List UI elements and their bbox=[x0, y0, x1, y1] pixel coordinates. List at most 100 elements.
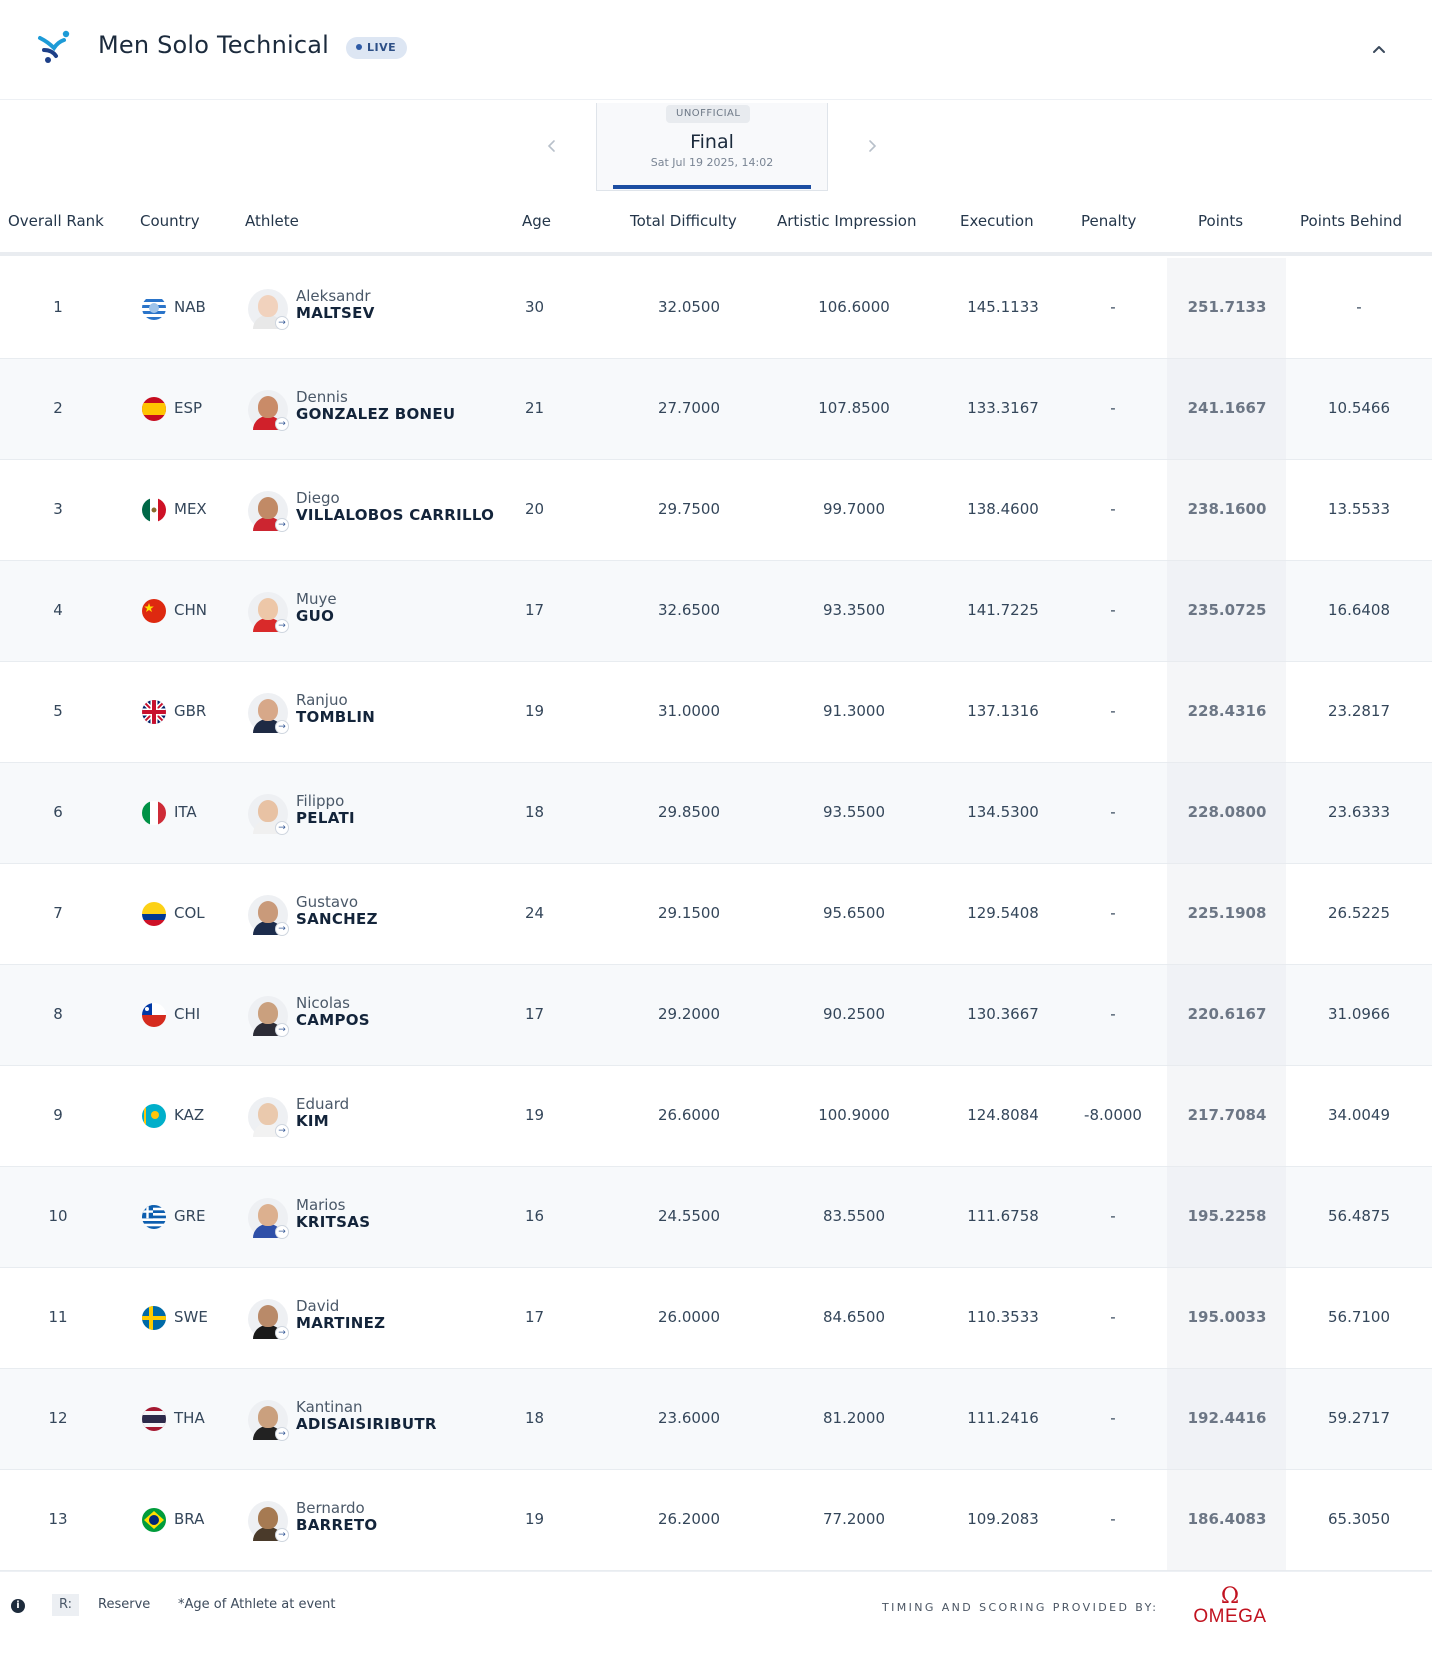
country-code: CHN bbox=[174, 601, 207, 619]
table-row[interactable]: 7 COL → Gustavo SANCHEZ 24 29.1500 95.6500 129.5… bbox=[0, 864, 1432, 965]
arrow-right-icon: → bbox=[275, 1427, 289, 1441]
difficulty-value: 26.0000 bbox=[657, 1308, 721, 1326]
table-row[interactable]: 3 MEX → Diego VILLALOBOS CARRILLO 20 29.7500 99… bbox=[0, 460, 1432, 561]
table-row[interactable]: 4 CHN → Muye GUO 17 32.6500 93.3500 141.7225 - 235… bbox=[0, 561, 1432, 662]
points-value: 228.0800 bbox=[1187, 803, 1267, 821]
difficulty-value: 23.6000 bbox=[657, 1409, 721, 1427]
results-table-header: Overall Rank Country Athlete Age Total D… bbox=[0, 196, 1432, 256]
athlete-avatar[interactable]: → bbox=[248, 794, 289, 835]
artistic-value: 90.2500 bbox=[822, 1005, 886, 1023]
athlete-avatar[interactable]: → bbox=[248, 1299, 289, 1340]
athlete-first-name: Nicolas bbox=[296, 994, 350, 1012]
event-title: Men Solo Technical bbox=[98, 31, 330, 59]
country-code: COL bbox=[174, 904, 205, 922]
athlete-name[interactable]: Ranjuo TOMBLIN bbox=[296, 692, 375, 726]
athlete-first-name: Muye bbox=[296, 590, 337, 608]
column-header-penalty[interactable]: Penalty bbox=[1081, 212, 1136, 230]
athlete-avatar[interactable]: → bbox=[248, 390, 289, 431]
results-footer: i R: Reserve *Age of Athlete at event TI… bbox=[0, 1571, 1432, 1665]
athlete-last-name: KRITSAS bbox=[296, 1213, 371, 1231]
penalty-value: - bbox=[1110, 1510, 1116, 1528]
table-row[interactable]: 11 SWE → David MARTINEZ 17 26.0000 84.6500 110.3… bbox=[0, 1268, 1432, 1369]
arrow-right-icon: → bbox=[275, 1124, 289, 1138]
athlete-avatar[interactable]: → bbox=[248, 289, 289, 330]
points-behind-value: - bbox=[1356, 298, 1362, 316]
athlete-name[interactable]: Kantinan ADISAISIRIBUTR bbox=[296, 1399, 437, 1433]
athlete-name[interactable]: Bernardo BARRETO bbox=[296, 1500, 377, 1534]
athlete-name[interactable]: Nicolas CAMPOS bbox=[296, 995, 370, 1029]
athlete-name[interactable]: Marios KRITSAS bbox=[296, 1197, 370, 1231]
athlete-name[interactable]: Gustavo SANCHEZ bbox=[296, 894, 378, 928]
athlete-name[interactable]: Dennis GONZALEZ BONEU bbox=[296, 389, 455, 423]
athlete-avatar[interactable]: → bbox=[248, 1501, 289, 1542]
difficulty-value: 32.6500 bbox=[657, 601, 721, 619]
table-row[interactable]: 8 CHI → Nicolas CAMPOS 17 29.2000 90.2500 130.36… bbox=[0, 965, 1432, 1066]
difficulty-value: 24.5500 bbox=[657, 1207, 721, 1225]
country-flag-icon bbox=[142, 498, 166, 522]
artistic-value: 77.2000 bbox=[822, 1510, 886, 1528]
table-row[interactable]: 6 ITA → Filippo PELATI 18 29.8500 93.5500 134.53… bbox=[0, 763, 1432, 864]
country-flag-icon bbox=[142, 1306, 166, 1330]
table-row[interactable]: 10 GRE → Marios KRITSAS 16 24.5500 83.5500 111.6… bbox=[0, 1167, 1432, 1268]
execution-value: 124.8084 bbox=[967, 1106, 1039, 1124]
column-header-artistic-impression[interactable]: Artistic Impression bbox=[777, 212, 916, 230]
artistic-value: 100.9000 bbox=[818, 1106, 890, 1124]
artistic-value: 91.3000 bbox=[822, 702, 886, 720]
table-row[interactable]: 13 BRA → Bernardo BARRETO 19 26.2000 77.2000 109… bbox=[0, 1470, 1432, 1571]
live-badge-label: LIVE bbox=[367, 41, 397, 54]
artistic-swimming-icon bbox=[38, 30, 70, 63]
column-header-athlete[interactable]: Athlete bbox=[245, 212, 299, 230]
penalty-value: - bbox=[1110, 1409, 1116, 1427]
country-flag-icon bbox=[142, 902, 166, 926]
athlete-avatar[interactable]: → bbox=[248, 895, 289, 936]
column-header-execution[interactable]: Execution bbox=[960, 212, 1034, 230]
athlete-name[interactable]: David MARTINEZ bbox=[296, 1298, 385, 1332]
table-row[interactable]: 1 NAB → Aleksandr MALTSEV 30 32.0500 106.6000 14… bbox=[0, 258, 1432, 359]
table-row[interactable]: 2 ESP → Dennis GONZALEZ BONEU 21 27.7000 107.85… bbox=[0, 359, 1432, 460]
athlete-name[interactable]: Diego VILLALOBOS CARRILLO bbox=[296, 490, 494, 524]
athlete-avatar[interactable]: → bbox=[248, 1198, 289, 1239]
country-flag-icon bbox=[142, 801, 166, 825]
live-dot-icon bbox=[356, 44, 362, 50]
info-icon[interactable]: i bbox=[11, 1599, 25, 1613]
column-header-age[interactable]: Age bbox=[522, 212, 551, 230]
athlete-avatar[interactable]: → bbox=[248, 996, 289, 1037]
athlete-avatar[interactable]: → bbox=[248, 491, 289, 532]
athlete-name[interactable]: Filippo PELATI bbox=[296, 793, 355, 827]
column-header-rank[interactable]: Overall Rank bbox=[8, 212, 104, 230]
athlete-last-name: BARRETO bbox=[296, 1516, 378, 1534]
athlete-avatar[interactable]: → bbox=[248, 693, 289, 734]
phase-date: Sat Jul 19 2025, 14:02 bbox=[650, 156, 774, 169]
column-header-points[interactable]: Points bbox=[1198, 212, 1243, 230]
execution-value: 111.2416 bbox=[967, 1409, 1039, 1427]
athlete-avatar[interactable]: → bbox=[248, 1400, 289, 1441]
execution-value: 129.5408 bbox=[967, 904, 1039, 922]
column-header-points-behind[interactable]: Points Behind bbox=[1300, 212, 1402, 230]
points-behind-value: 65.3050 bbox=[1327, 1510, 1391, 1528]
chevron-up-icon[interactable] bbox=[1364, 34, 1394, 64]
table-row[interactable]: 5 GBR → Ranjuo TOMBLIN 19 31.0000 91.3000 137.13… bbox=[0, 662, 1432, 763]
rank-value: 8 bbox=[53, 1005, 63, 1023]
athlete-last-name: MALTSEV bbox=[296, 304, 375, 322]
penalty-value: - bbox=[1110, 500, 1116, 518]
event-header: Men Solo Technical LIVE bbox=[0, 0, 1432, 100]
live-badge: LIVE bbox=[346, 37, 408, 59]
athlete-avatar[interactable]: → bbox=[248, 1097, 289, 1138]
column-header-total-difficulty[interactable]: Total Difficulty bbox=[630, 212, 737, 230]
execution-value: 145.1133 bbox=[967, 298, 1039, 316]
athlete-name[interactable]: Eduard KIM bbox=[296, 1096, 349, 1130]
column-header-country[interactable]: Country bbox=[140, 212, 200, 230]
rank-value: 1 bbox=[53, 298, 63, 316]
chevron-right-icon[interactable] bbox=[860, 134, 884, 158]
table-row[interactable]: 9 KAZ → Eduard KIM 19 26.6000 100.9000 124.8084 -… bbox=[0, 1066, 1432, 1167]
chevron-left-icon[interactable] bbox=[540, 134, 564, 158]
table-row[interactable]: 12 THA → Kantinan ADISAISIRIBUTR 18 23.6000 81.… bbox=[0, 1369, 1432, 1470]
athlete-avatar[interactable]: → bbox=[248, 592, 289, 633]
phase-tab-final[interactable]: UNOFFICIAL Final Sat Jul 19 2025, 14:02 bbox=[596, 103, 828, 191]
athlete-last-name: PELATI bbox=[296, 809, 355, 827]
artistic-value: 83.5500 bbox=[822, 1207, 886, 1225]
execution-value: 138.4600 bbox=[967, 500, 1039, 518]
athlete-name[interactable]: Aleksandr MALTSEV bbox=[296, 288, 375, 322]
points-behind-value: 23.6333 bbox=[1327, 803, 1391, 821]
athlete-name[interactable]: Muye GUO bbox=[296, 591, 337, 625]
